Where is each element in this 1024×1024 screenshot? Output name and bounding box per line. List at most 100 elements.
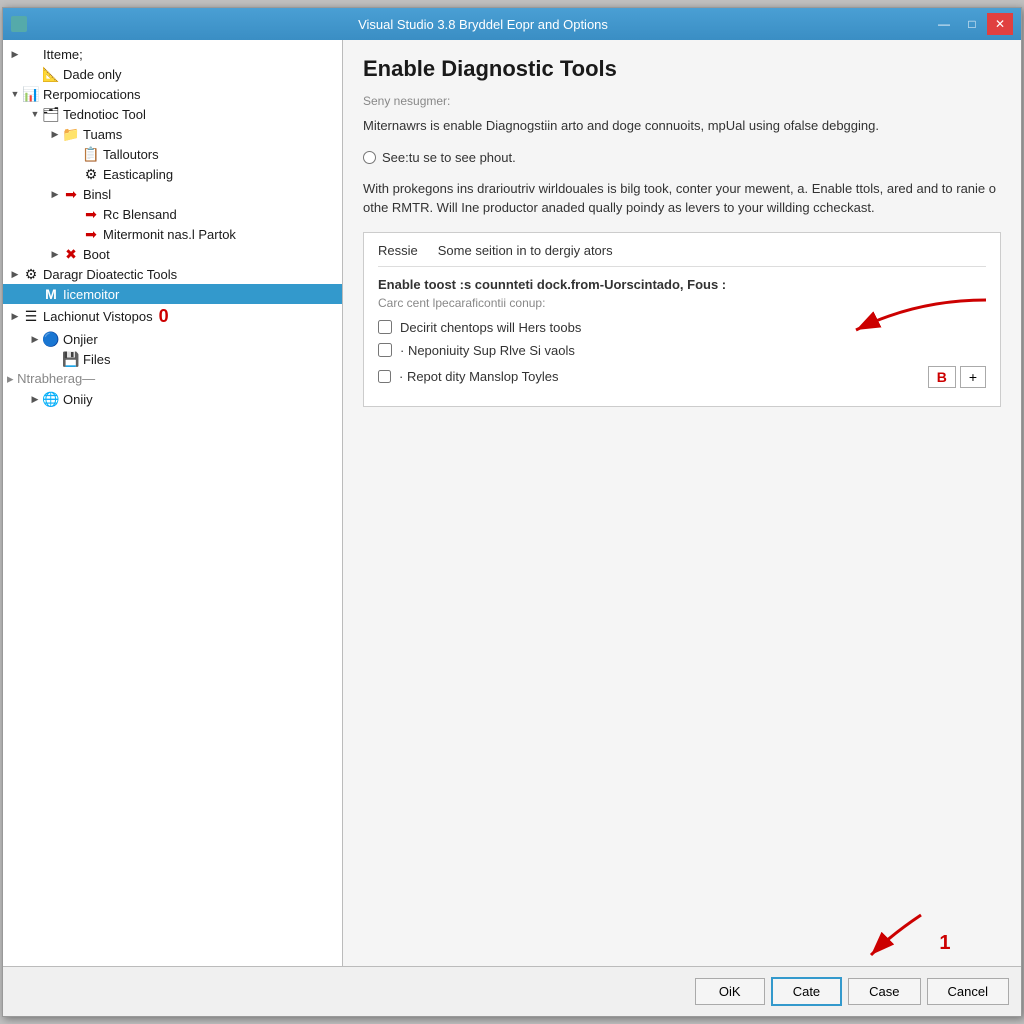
expand-icon-talloutors	[67, 146, 83, 162]
tree-icon-onjier: 🔵	[43, 331, 59, 347]
tree-item-rc-blensand[interactable]: ➡ Rc Blensand	[3, 204, 342, 224]
checkbox-label-2: · Neponiuity Sup Rlve Si vaols	[400, 343, 575, 358]
tree-icon-lachionut: ☰	[23, 309, 39, 325]
close-button[interactable]: ✕	[987, 13, 1013, 35]
window-title: Visual Studio 3.8 Bryddel Eopr and Optio…	[35, 17, 931, 32]
tree-label-iicemoitor: Iicemoitor	[63, 287, 119, 302]
app-icon	[11, 16, 27, 32]
checkbox-row-1: Decirit chentops will Hers toobs	[378, 320, 986, 335]
expand-icon-daragr[interactable]: ▶	[7, 266, 23, 282]
tree-icon-easticapling: ⚙	[83, 166, 99, 182]
tab-some-seition[interactable]: Some seition in to dergiy ators	[438, 243, 613, 260]
tree-item-files[interactable]: 💾 Files	[3, 349, 342, 369]
cancel-button[interactable]: Cancel	[927, 978, 1009, 1005]
tree-label-easticapling: Easticapling	[103, 167, 173, 182]
tree-item-items[interactable]: ▶ Itteme;	[3, 44, 342, 64]
tree-icon-rc: ➡	[83, 206, 99, 222]
checkbox-3[interactable]	[378, 370, 391, 383]
tree-label-onjier: Onjier	[63, 332, 98, 347]
tree-icon-tednotioc: 🗂	[43, 106, 59, 122]
tree-icon-daragr: ⚙	[23, 266, 39, 282]
case-btn-wrapper: Case 1	[848, 978, 920, 1005]
tree-label-mitermonit: Mitermonit nas.l Partok	[103, 227, 236, 242]
tree-label-rc: Rc Blensand	[103, 207, 177, 222]
checkbox-label-3: · Repot dity Manslop Toyles	[399, 369, 558, 384]
plus-button[interactable]: +	[960, 366, 986, 388]
tree-item-tuams[interactable]: ▶ 📁 Tuams	[3, 124, 342, 144]
tree-item-lachionut[interactable]: ▶ ☰ Lachionut Vistopos 0	[3, 304, 342, 329]
expand-icon-items[interactable]: ▶	[7, 46, 23, 62]
checkbox-row-2: · Neponiuity Sup Rlve Si vaols	[378, 343, 986, 358]
tree-item-oniiy[interactable]: ▶ 🌐 Oniiy	[3, 389, 342, 409]
checkbox-row-1-container: Decirit chentops will Hers toobs	[378, 320, 986, 335]
tree-icon-tuams: 📁	[63, 126, 79, 142]
tree-item-onjier[interactable]: ▶ 🔵 Onjier	[3, 329, 342, 349]
expand-icon-tuams[interactable]: ▶	[47, 126, 63, 142]
tree-icon-talloutors: 📋	[83, 146, 99, 162]
ok-button[interactable]: OiK	[695, 978, 765, 1005]
right-panel: Enable Diagnostic Tools Seny nesugmer: M…	[343, 40, 1021, 966]
radio-input[interactable]	[363, 151, 376, 164]
tree-label-oniiy: Oniiy	[63, 392, 93, 407]
b-button[interactable]: B	[928, 366, 956, 388]
btn-group: B +	[928, 366, 986, 388]
checkbox-2[interactable]	[378, 343, 392, 357]
tree-label-dade: Dade only	[63, 67, 122, 82]
expand-icon-onjier[interactable]: ▶	[27, 331, 43, 347]
tree-item-iicemoitor[interactable]: M Iicemoitor	[3, 284, 342, 304]
tree-label-boot: Boot	[83, 247, 110, 262]
expand-icon-boot[interactable]: ▶	[47, 246, 63, 262]
bottom-bar: OiK Cate Case 1 Cancel	[3, 966, 1021, 1016]
tree-item-daragr[interactable]: ▶ ⚙ Daragr Dioatectic Tools	[3, 264, 342, 284]
tree-label-talloutors: Talloutors	[103, 147, 159, 162]
section-label: Seny nesugmer:	[363, 94, 1001, 108]
tree-label-tuams: Tuams	[83, 127, 122, 142]
tree-item-easticapling[interactable]: ⚙ Easticapling	[3, 164, 342, 184]
main-content: ▶ Itteme; 📐 Dade only ▼ 📊 Rerpomiocation…	[3, 40, 1021, 966]
tree-item-dade-only[interactable]: 📐 Dade only	[3, 64, 342, 84]
tree-item-tednotioc[interactable]: ▼ 🗂 Tednotioc Tool	[3, 104, 342, 124]
minimize-button[interactable]: —	[931, 13, 957, 35]
expand-icon-files	[47, 351, 63, 367]
tree-item-mitermonit[interactable]: ➡ Mitermonit nas.l Partok	[3, 224, 342, 244]
page-title: Enable Diagnostic Tools	[363, 56, 1001, 82]
radio-label: See:tu se to see phout.	[382, 150, 516, 165]
tree-item-boot[interactable]: ▶ ✖ Boot	[3, 244, 342, 264]
tree-icon-boot: ✖	[63, 246, 79, 262]
tree-icon-repo: 📊	[23, 86, 39, 102]
options-box: Ressie Some seition in to dergiy ators E…	[363, 232, 1001, 407]
expand-icon-dade	[27, 66, 43, 82]
main-window: Visual Studio 3.8 Bryddel Eopr and Optio…	[2, 7, 1022, 1017]
tree-label-items: Itteme;	[43, 47, 83, 62]
tab-ressie[interactable]: Ressie	[378, 243, 418, 260]
tree-icon-mitermonit: ➡	[83, 226, 99, 242]
tree-panel[interactable]: ▶ Itteme; 📐 Dade only ▼ 📊 Rerpomiocation…	[3, 40, 343, 966]
expand-icon-lachionut[interactable]: ▶	[7, 309, 23, 325]
description1: Miternawrs is enable Diagnogstiin arto a…	[363, 116, 1001, 136]
case-button[interactable]: Case	[848, 978, 920, 1005]
cate-button[interactable]: Cate	[771, 977, 842, 1006]
tree-item-ntrabherag: ▸ Ntrabherag—	[3, 369, 342, 389]
title-bar: Visual Studio 3.8 Bryddel Eopr and Optio…	[3, 8, 1021, 40]
tree-label-lachionut: Lachionut Vistopos	[43, 309, 153, 324]
checkbox-label-1: Decirit chentops will Hers toobs	[400, 320, 581, 335]
tree-item-rerpomiocations[interactable]: ▼ 📊 Rerpomiocations	[3, 84, 342, 104]
checkbox-1[interactable]	[378, 320, 392, 334]
expand-icon-iicemoitor	[27, 286, 43, 302]
expand-icon-binsl[interactable]: ▶	[47, 186, 63, 202]
tree-label-tednotioc: Tednotioc Tool	[63, 107, 146, 122]
tree-label-daragr: Daragr Dioatectic Tools	[43, 267, 177, 282]
tree-item-talloutors[interactable]: 📋 Talloutors	[3, 144, 342, 164]
tree-label-files: Files	[83, 352, 110, 367]
window-controls: — □ ✕	[931, 13, 1013, 35]
maximize-button[interactable]: □	[959, 13, 985, 35]
description2: With prokegons ins drarioutriv wirldoual…	[363, 179, 1001, 218]
expand-icon-oniiy[interactable]: ▶	[27, 391, 43, 407]
lachionut-badge: 0	[159, 306, 169, 327]
annotation-num-1: 1	[939, 932, 950, 955]
expand-icon-tednotioc[interactable]: ▼	[27, 106, 43, 122]
expand-icon-repo[interactable]: ▼	[7, 86, 23, 102]
tree-item-binsl[interactable]: ▶ ➡ Binsl	[3, 184, 342, 204]
expand-icon-easticapling	[67, 166, 83, 182]
tree-icon-iicemoitor: M	[43, 286, 59, 302]
